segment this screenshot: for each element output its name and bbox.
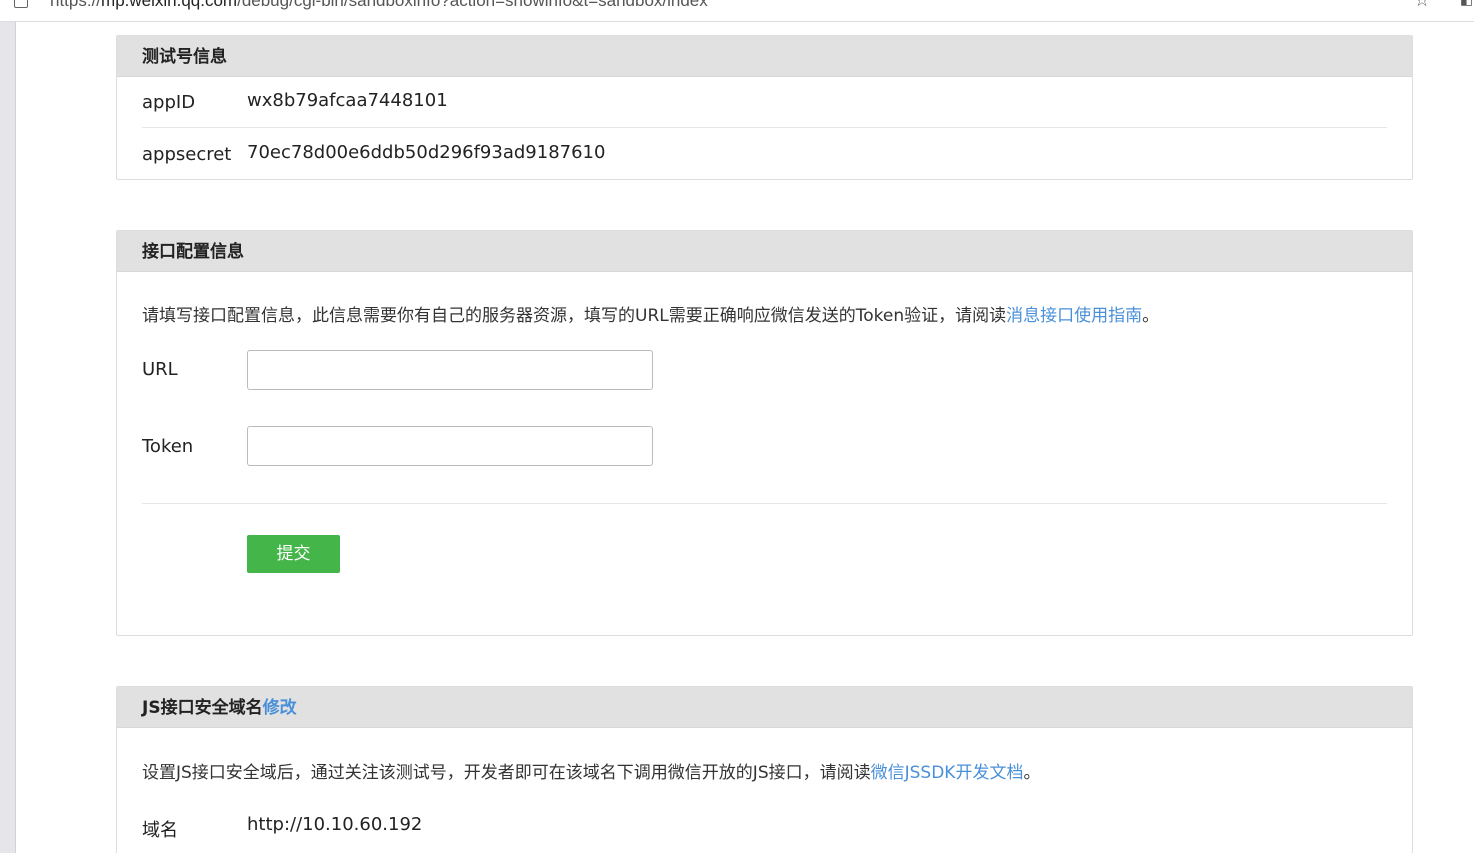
panel-title: JS接口安全域名修改 <box>117 687 1412 728</box>
appid-label: appID <box>142 92 196 113</box>
interface-config-panel: 接口配置信息 请填写接口配置信息，此信息需要你有自己的服务器资源，填写的URL需… <box>116 230 1413 636</box>
page-icon <box>14 0 28 8</box>
panel-title: 测试号信息 <box>117 36 1412 77</box>
url-input[interactable] <box>247 350 653 390</box>
panel-title: 接口配置信息 <box>117 231 1412 272</box>
domain-label: 域名 <box>142 820 178 841</box>
token-input[interactable] <box>247 426 653 466</box>
jssdk-doc-link[interactable]: 微信JSSDK开发文档 <box>871 763 1024 783</box>
extension-icon[interactable]: ◧ <box>1460 0 1473 8</box>
js-description: 设置JS接口安全域后，通过关注该测试号，开发者即可在该域名下调用微信开放的JS接… <box>142 763 1041 783</box>
message-guide-link[interactable]: 消息接口使用指南 <box>1006 306 1142 326</box>
address-url[interactable]: https://mp.weixin.qq.com/debug/cgi-bin/s… <box>50 0 708 11</box>
appid-value: wx8b79afcaa7448101 <box>247 90 448 111</box>
divider <box>142 503 1387 504</box>
divider <box>142 127 1387 128</box>
bookmark-star-icon[interactable]: ☆ <box>1414 0 1430 11</box>
js-domain-panel: JS接口安全域名修改 设置JS接口安全域后，通过关注该测试号，开发者即可在该域名… <box>116 686 1413 853</box>
appsecret-label: appsecret <box>142 144 232 165</box>
domain-value: http://10.10.60.192 <box>247 814 423 835</box>
config-description: 请填写接口配置信息，此信息需要你有自己的服务器资源，填写的URL需要正确响应微信… <box>142 306 1160 326</box>
left-sidebar-gutter <box>0 22 16 853</box>
url-label: URL <box>142 359 178 380</box>
modify-link[interactable]: 修改 <box>263 698 297 718</box>
test-account-panel: 测试号信息 appID wx8b79afcaa7448101 appsecret… <box>116 35 1413 180</box>
appsecret-value: 70ec78d00e6ddb50d296f93ad9187610 <box>247 142 606 163</box>
token-label: Token <box>142 436 194 457</box>
submit-button[interactable]: 提交 <box>247 535 340 573</box>
browser-address-bar[interactable]: https://mp.weixin.qq.com/debug/cgi-bin/s… <box>0 0 1474 22</box>
